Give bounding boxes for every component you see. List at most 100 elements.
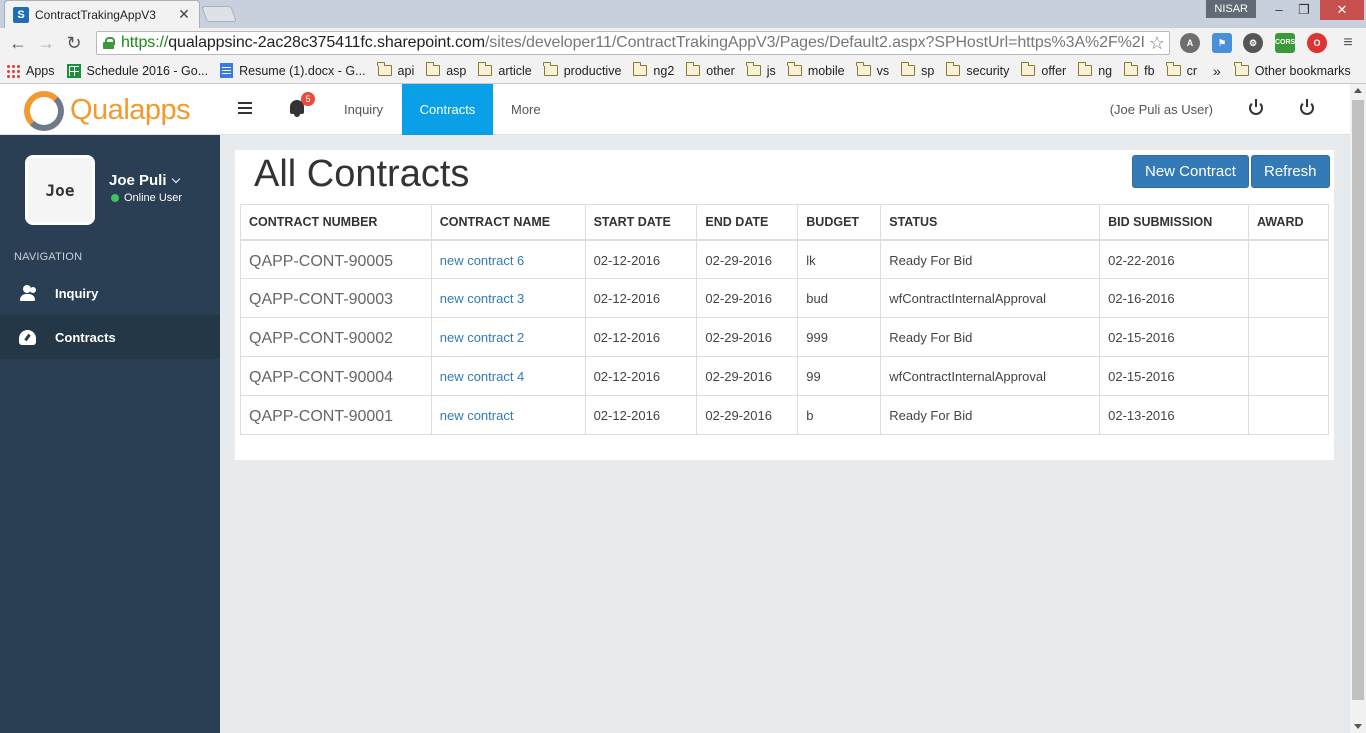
user-status: Online User [111,192,182,204]
back-arrow-icon[interactable]: ← [4,29,32,57]
award [1247,239,1330,279]
logout-power-icon[interactable] [1300,99,1314,115]
tab-close-icon[interactable]: ✕ [177,6,191,23]
column-header[interactable]: CONTRACT NAME [430,204,586,241]
bookmark-folder-ng2[interactable]: ng2 [632,62,674,78]
bookmark-apps[interactable]: Apps [6,63,55,78]
table-header-row: CONTRACT NUMBER CONTRACT NAME START DATE… [240,204,1330,241]
bookmark-folder-productive[interactable]: productive [543,62,621,78]
bookmark-folder-offer[interactable]: offer [1020,62,1067,78]
scroll-down-arrow-icon[interactable] [1354,724,1362,729]
bookmark-label: ng [1098,63,1113,78]
column-header[interactable]: BID SUBMISSION [1099,204,1249,241]
bookmark-label: Other bookmarks [1254,63,1351,78]
bookmark-folder-mobile[interactable]: mobile [787,62,845,78]
hamburger-menu-icon[interactable] [238,102,252,114]
topnav-more[interactable]: More [497,84,555,135]
end-date: 02-29-2016 [696,317,799,357]
topnav-inquiry[interactable]: Inquiry [330,84,397,135]
table-row: QAPP-CONT-90005 new contract 6 02-12-201… [240,239,1330,279]
column-header[interactable]: BUDGET [797,204,882,241]
scroll-up-arrow-icon[interactable] [1354,88,1362,93]
restore-button[interactable]: ❐ [1291,0,1317,20]
scroll-thumb[interactable] [1352,100,1364,700]
contract-name-link[interactable]: new contract 2 [430,317,586,357]
browser-profile-name[interactable]: NISAR [1206,0,1256,18]
bookmark-folder-sp[interactable]: sp [900,62,935,78]
refresh-button[interactable]: Refresh [1251,155,1330,188]
bookmarks-overflow-button[interactable]: » [1213,63,1221,79]
reload-icon[interactable]: ↻ [60,29,88,57]
close-window-button[interactable]: ✕ [1320,0,1364,20]
contract-name-link[interactable]: new contract 6 [430,239,586,279]
bid-submission: 02-13-2016 [1099,395,1249,435]
topnav-contracts[interactable]: Contracts [402,84,493,135]
status: Ready For Bid [880,395,1101,435]
bookmark-folder-security[interactable]: security [945,62,1009,78]
dashboard-icon [19,329,37,345]
end-date: 02-29-2016 [696,356,799,396]
bookmark-folder-other[interactable]: other [685,62,735,78]
menu-icon[interactable]: ≡ [1338,33,1358,53]
cors-extension-icon[interactable]: CORS [1275,33,1295,53]
sidebar-item-inquiry[interactable]: Inquiry [0,271,220,315]
bid-submission: 02-22-2016 [1099,239,1249,279]
column-header[interactable]: CONTRACT NUMBER [240,204,432,241]
bookmark-label: mobile [807,63,845,78]
start-date: 02-12-2016 [584,317,698,357]
angular-extension-icon[interactable]: A [1180,33,1200,53]
bookmark-label: article [498,63,532,78]
minimize-button[interactable]: – [1266,0,1292,20]
sidebar: Joe Joe Puli Online User NAVIGATION Inqu… [0,135,220,733]
logo-ring-icon [22,90,66,131]
power-icon[interactable] [1249,99,1263,115]
url-scheme: https:// [121,34,169,51]
browser-tab[interactable]: S ContractTrakingAppV3 ✕ [4,0,200,28]
contract-name-link[interactable]: new contract [430,395,586,435]
bookmark-resume[interactable]: Resume (1).docx - G... [220,63,366,78]
user-role-label: (Joe Puli as User) [1109,102,1213,117]
column-header[interactable]: STATUS [880,204,1101,241]
sidebar-item-label: Contracts [55,329,116,345]
bookmark-folder-js[interactable]: js [746,62,776,78]
contract-number: QAPP-CONT-90005 [240,239,432,279]
bookmark-folder-asp[interactable]: asp [425,62,466,78]
bookmark-folder-vs[interactable]: vs [856,62,889,78]
other-bookmarks[interactable]: Other bookmarks [1234,62,1351,78]
contracts-panel: All Contracts New Contract Refresh CONTR… [235,150,1334,460]
contract-name-link[interactable]: new contract 4 [430,356,586,396]
contract-name-link[interactable]: new contract 3 [430,278,586,318]
folder-icon [1077,62,1093,76]
folder-icon [900,62,916,76]
bookmark-folder-fb[interactable]: fb [1123,62,1155,78]
app-header: Qualapps 5 Inquiry Contracts More (Joe P… [0,84,1350,135]
page-scrollbar[interactable] [1350,84,1366,733]
folder-icon [543,62,558,76]
bookmark-folder-ng[interactable]: ng [1077,62,1113,78]
column-header[interactable]: END DATE [696,204,799,241]
budget: b [797,395,882,435]
flag-extension-icon[interactable]: ⚑ [1212,33,1232,53]
bookmark-label: sp [921,63,935,78]
column-header[interactable]: AWARD [1247,204,1330,241]
budget: 999 [797,317,882,357]
bookmark-folder-api[interactable]: api [377,62,415,78]
opera-extension-icon[interactable]: O [1307,33,1327,53]
bookmark-label: api [397,63,415,78]
table-row: QAPP-CONT-90003 new contract 3 02-12-201… [240,278,1330,318]
new-tab-button[interactable] [201,6,237,22]
bookmark-schedule[interactable]: Schedule 2016 - Go... [66,63,208,78]
bookmark-label: offer [1041,63,1067,78]
bookmark-star-icon[interactable]: ☆ [1149,33,1165,54]
new-contract-button[interactable]: New Contract [1132,155,1249,188]
bookmark-folder-cr[interactable]: cr [1166,62,1197,78]
bookmark-folder-article[interactable]: article [477,62,532,78]
settings-extension-icon[interactable]: ⚙ [1243,33,1263,53]
user-name-dropdown[interactable]: Joe Puli [109,172,180,189]
address-bar[interactable]: https://qualappsinc-2ac28c375411fc.share… [96,31,1170,55]
column-header[interactable]: START DATE [584,204,698,241]
qualapps-logo[interactable]: Qualapps [22,90,191,131]
sidebar-item-contracts[interactable]: Contracts [0,315,220,359]
notifications-button[interactable]: 5 [290,92,315,117]
forward-arrow-icon[interactable]: → [32,29,60,57]
